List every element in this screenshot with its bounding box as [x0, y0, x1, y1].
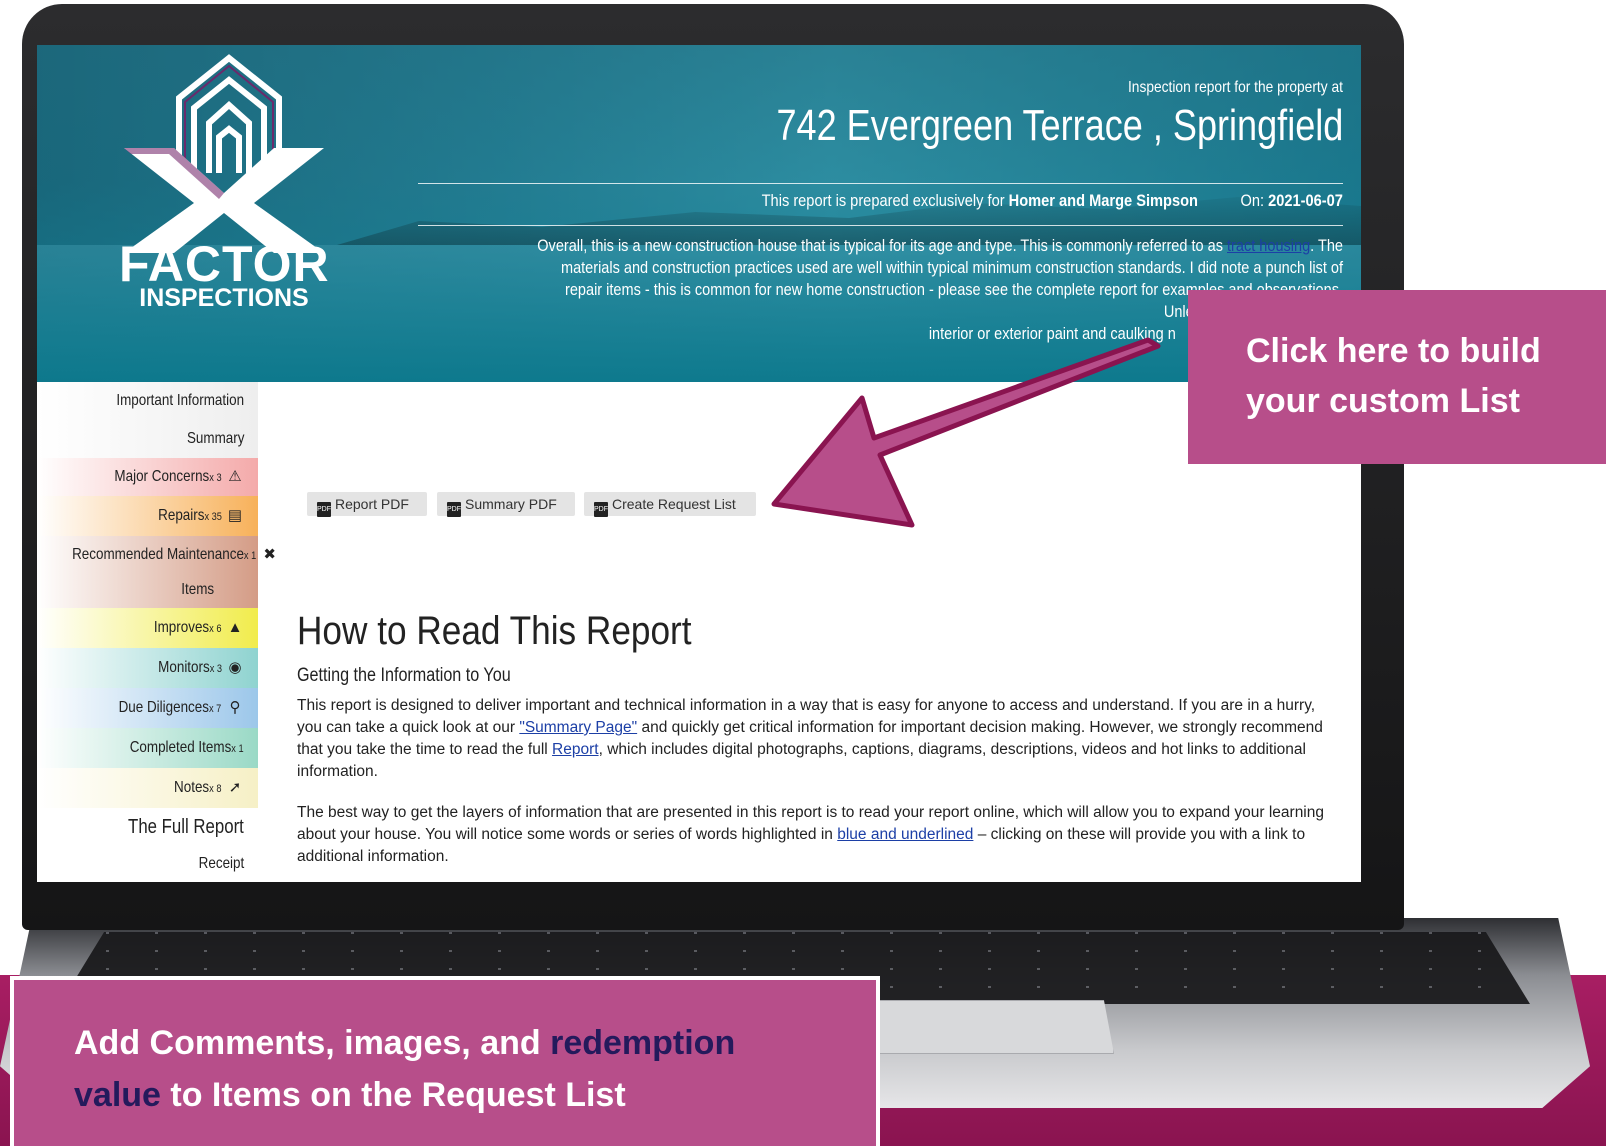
sidebar-item-count: x 8 — [209, 783, 222, 795]
button-label: Create Request List — [612, 496, 736, 512]
intro-paragraph: This report is designed to deliver impor… — [297, 695, 1337, 783]
button-label: Summary PDF — [465, 496, 557, 512]
sidebar-item-label: Repairs — [157, 507, 205, 524]
paint-roller-icon: ▤ — [227, 507, 243, 524]
sidebar-item-count: x 3 — [209, 472, 222, 484]
property-address: 742 Evergreen Terrace , Springfield — [776, 101, 1343, 150]
sidebar-item-notes[interactable]: Notesx 8 ➚ — [37, 768, 258, 808]
sidebar-item-recommended-maintenance[interactable]: Recommended Maintenancex 1 ✖ Items — [37, 536, 276, 608]
sidebar-item-completed-items[interactable]: Completed Itemsx 1 — [37, 728, 258, 768]
sidebar-item-due-diligences[interactable]: Due Diligencesx 7 ⚲ — [37, 688, 258, 728]
button-label: Report PDF — [335, 496, 409, 512]
sidebar-item-count: x 3 — [209, 663, 222, 675]
sidebar-item-label: The Full Report — [128, 816, 244, 838]
sidebar-item-count: x 6 — [209, 623, 222, 635]
sidebar-item-summary[interactable]: Summary — [37, 420, 258, 458]
sidebar-item-count: x 1 — [243, 550, 257, 562]
sidebar-item-label: Completed Items — [130, 739, 232, 756]
logo-inspections-text: INSPECTIONS — [139, 284, 309, 312]
report-sidebar: Important Information Summary Major Conc… — [37, 382, 276, 882]
sidebar-item-label: Improves — [153, 619, 210, 636]
eye-icon: ◉ — [228, 659, 242, 676]
sidebar-item-label: Due Diligences — [118, 699, 210, 716]
callout-highlight: value — [74, 1076, 161, 1114]
callout-text: to Items on the Request List — [160, 1076, 626, 1114]
report-date: 2021-06-07 — [1268, 191, 1343, 210]
sidebar-item-count: x 7 — [209, 703, 222, 715]
date-prefix: On: — [1240, 191, 1265, 210]
laptop-screen: FACTOR INSPECTIONS Inspection report for… — [37, 45, 1361, 882]
sidebar-item-receipt[interactable]: Receipt — [37, 846, 258, 882]
summary-pdf-button[interactable]: PDF Summary PDF — [437, 492, 575, 517]
sidebar-item-label: Receipt — [198, 855, 244, 872]
callout-line-2: your custom List — [1246, 382, 1520, 420]
summary-text-line4: interior or exterior paint and caulking … — [928, 325, 1176, 343]
pdf-icon: PDF — [447, 502, 461, 517]
sidebar-item-label: Recommended Maintenance — [72, 546, 244, 563]
sidebar-item-full-report[interactable]: The Full Report — [37, 808, 258, 846]
header-divider-2 — [418, 225, 1343, 226]
page-title: How to Read This Report — [297, 609, 692, 653]
header-pre-title: Inspection report for the property at — [1128, 79, 1343, 96]
summary-text: Overall, this is a new construction hous… — [537, 237, 1223, 255]
sidebar-item-label: Important Information — [116, 392, 244, 409]
report-link[interactable]: Report — [552, 741, 599, 758]
client-name: Homer and Marge Simpson — [1008, 191, 1199, 210]
sidebar-item-label: Notes — [174, 779, 210, 796]
sidebar-item-label: Summary — [186, 430, 244, 447]
pin-icon: ➚ — [228, 779, 242, 796]
laptop-trackpad — [862, 1000, 1114, 1054]
house-x-logo-icon — [124, 54, 324, 253]
pdf-icon: PDF — [594, 502, 608, 517]
sidebar-item-important-information[interactable]: Important Information — [37, 382, 258, 420]
tract-housing-link[interactable]: tract housing — [1227, 237, 1310, 255]
logo-factor-text: FACTOR — [119, 236, 330, 292]
sidebar-item-label: Major Concerns — [114, 468, 210, 485]
chart-up-icon: ▲ — [227, 619, 243, 636]
callout-highlight: redemption — [550, 1024, 736, 1062]
pdf-icon: PDF — [317, 502, 331, 517]
request-list-callout: Add Comments, images, and redemption valu… — [10, 976, 880, 1146]
callout-text: Add Comments, images, and — [74, 1024, 551, 1062]
prepared-prefix: This report is prepared exclusively for — [761, 191, 1005, 210]
search-icon: ⚲ — [229, 699, 241, 716]
sidebar-item-label: Monitors — [157, 659, 210, 676]
sidebar-item-improves[interactable]: Improvesx 6 ▲ — [37, 608, 258, 648]
header-divider — [418, 183, 1343, 184]
tools-icon: ✖ — [263, 546, 276, 563]
warning-triangle-icon: ⚠ — [228, 468, 242, 485]
blue-underlined-link[interactable]: blue and underlined — [837, 826, 973, 843]
sidebar-item-monitors[interactable]: Monitorsx 3 ◉ — [37, 648, 258, 688]
report-pdf-button[interactable]: PDF Report PDF — [307, 492, 427, 517]
report-header: FACTOR INSPECTIONS Inspection report for… — [37, 45, 1361, 382]
create-request-list-button[interactable]: PDF Create Request List — [584, 492, 756, 517]
section-subtitle: Getting the Information to You — [297, 665, 511, 686]
company-logo[interactable]: FACTOR INSPECTIONS — [119, 53, 329, 313]
sidebar-item-count: x 35 — [204, 511, 222, 523]
build-list-callout: Click here to build your custom List — [1188, 290, 1606, 464]
sidebar-item-count: x 1 — [231, 743, 244, 755]
sidebar-item-repairs[interactable]: Repairsx 35 ▤ — [37, 496, 258, 536]
prepared-for-line: This report is prepared exclusively for … — [762, 191, 1343, 211]
callout-line-1: Click here to build — [1246, 332, 1541, 370]
sidebar-item-major-concerns[interactable]: Major Concernsx 3 ⚠ — [37, 458, 258, 496]
layers-paragraph: The best way to get the layers of inform… — [297, 802, 1337, 868]
summary-page-link[interactable]: "Summary Page" — [519, 719, 637, 736]
sidebar-item-label-line2: Items — [181, 581, 214, 598]
